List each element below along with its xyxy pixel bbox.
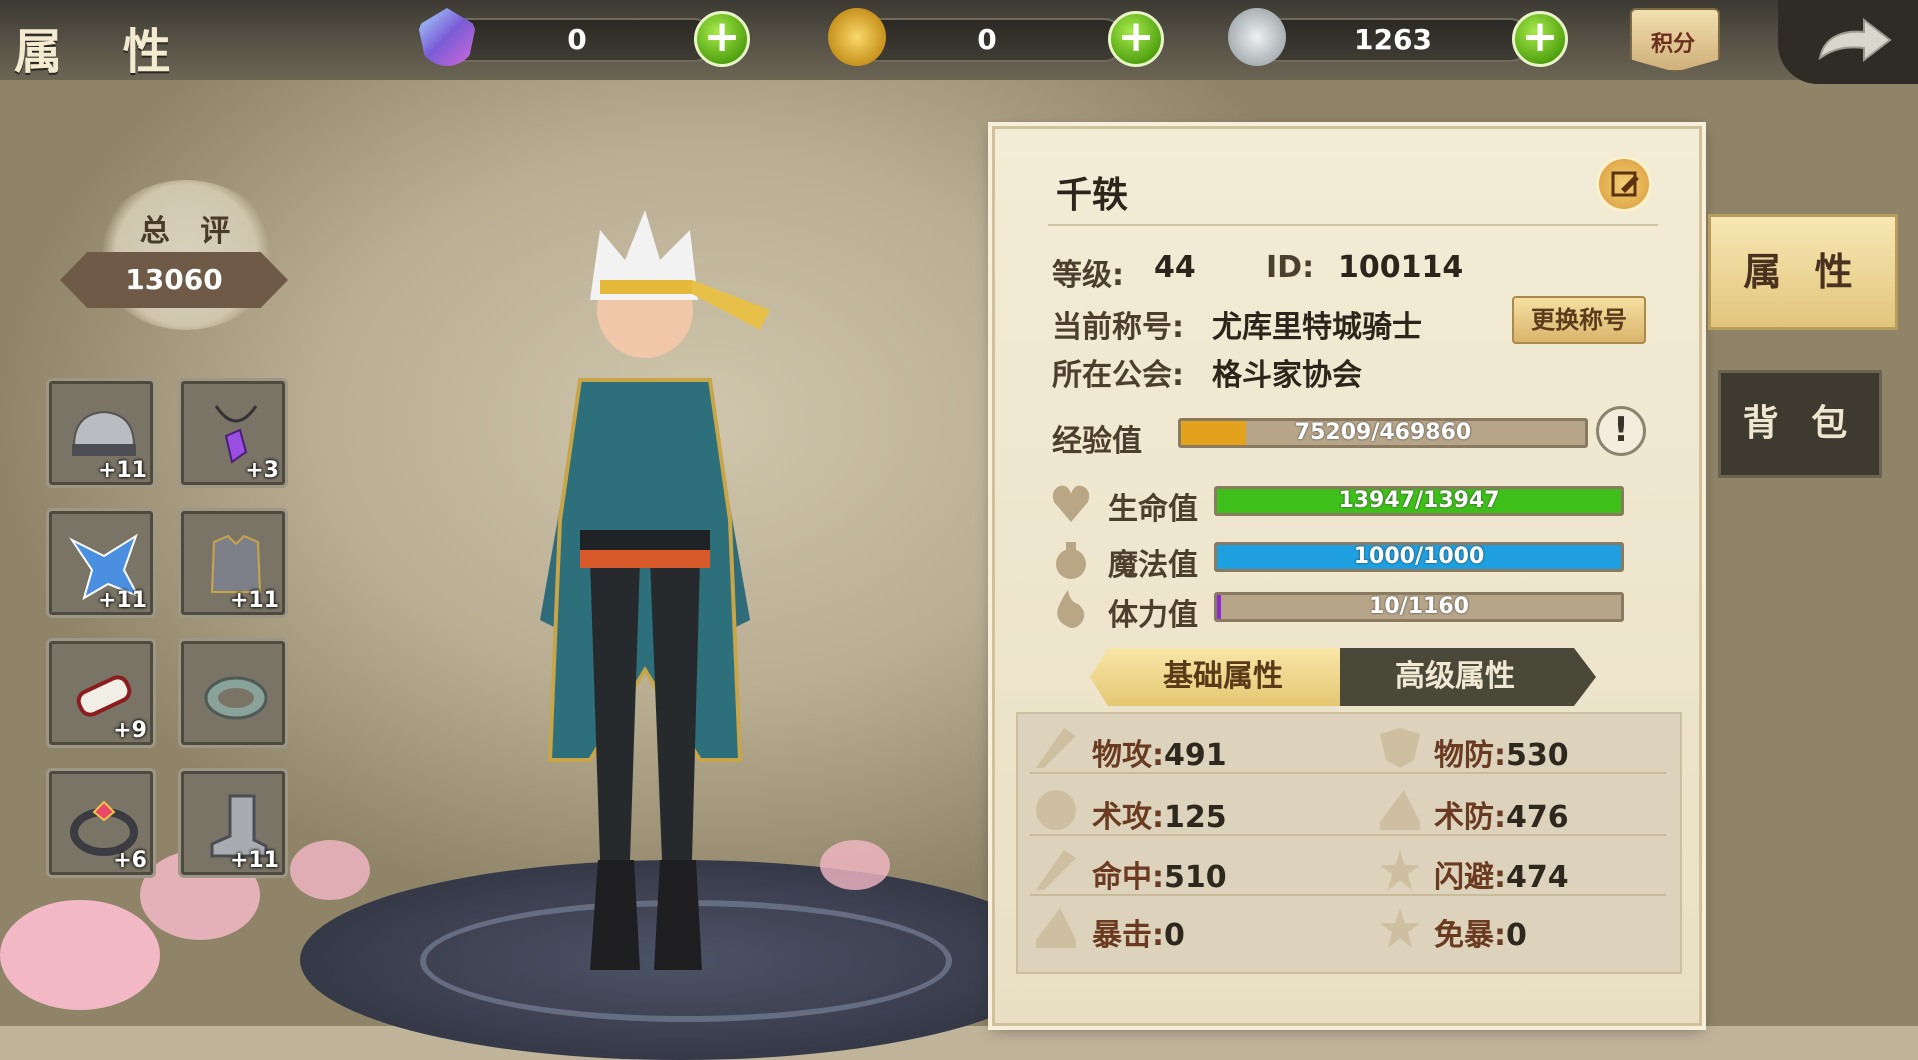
belt-icon [204, 676, 268, 720]
change-title-button[interactable]: 更换称号 [1512, 296, 1646, 344]
equip-slot-necklace[interactable]: +3 [178, 378, 288, 488]
gold-coin-bar: 0 [850, 18, 1124, 62]
stat-magic-defense: 术防:476 [1434, 800, 1569, 835]
edit-name-button[interactable] [1596, 156, 1652, 212]
add-silver-coin-button[interactable]: + [1512, 11, 1568, 67]
panel-divider [1048, 224, 1658, 226]
stat-magic-attack: 术攻:125 [1092, 800, 1227, 835]
hp-bar: 13947/13947 [1214, 486, 1624, 516]
current-title-value: 尤库里特城骑士 [1212, 310, 1422, 345]
equip-slot-bracer[interactable]: +9 [46, 638, 156, 748]
tab-basic-attributes-label: 基础属性 [1163, 659, 1283, 694]
mp-bar-text: 1000/1000 [1353, 544, 1485, 569]
mp-bar: 1000/1000 [1214, 542, 1624, 572]
guild-value: 格斗家协会 [1212, 358, 1362, 393]
flame-icon [1057, 590, 1085, 628]
stat-critical: 暴击:0 [1092, 918, 1185, 953]
equip-slot-weapon[interactable]: +11 [46, 508, 156, 618]
add-gem-button[interactable]: + [694, 11, 750, 67]
potion-icon [1056, 542, 1086, 579]
level-value: 44 [1154, 250, 1196, 285]
magic-staff-icon [1036, 790, 1076, 830]
equip-level: +11 [97, 458, 147, 483]
exp-label: 经验值 [1052, 424, 1142, 459]
total-score-label: 总 评 [139, 214, 241, 249]
points-label: 积分 [1650, 32, 1695, 57]
gold-coin-value: 0 [977, 23, 997, 56]
character-name: 千轶 [1056, 175, 1129, 216]
stamina-label: 体力值 [1108, 598, 1198, 633]
current-title-label: 当前称号: [1052, 310, 1184, 345]
stamina-bar: 10/1160 [1214, 592, 1624, 622]
silver-coin-bar: 1263 [1256, 18, 1530, 62]
stat-accuracy: 命中:510 [1092, 860, 1227, 895]
equip-level: +3 [245, 458, 279, 483]
gem-value: 0 [567, 23, 587, 56]
equip-level: +11 [97, 588, 147, 613]
equip-slot-helmet[interactable]: +11 [46, 378, 156, 488]
equip-level: +11 [229, 588, 279, 613]
equip-slot-belt[interactable] [178, 638, 288, 748]
cherry-blossom [290, 840, 370, 900]
level-label: 等级: [1052, 258, 1124, 293]
stat-crit-resist: 免暴:0 [1434, 918, 1527, 953]
back-arrow-icon [1818, 17, 1892, 63]
hp-bar-text: 13947/13947 [1338, 488, 1500, 513]
equip-slot-boots[interactable]: +11 [178, 768, 288, 878]
side-tab-attributes-label: 属 性 [1743, 250, 1863, 294]
exp-info-button[interactable]: ! [1596, 406, 1646, 456]
equip-slot-ring[interactable]: +6 [46, 768, 156, 878]
stat-physical-attack: 物攻:491 [1092, 738, 1227, 773]
hp-label: 生命值 [1108, 492, 1198, 527]
total-score-value: 13060 [125, 263, 223, 296]
guild-label: 所在公会: [1052, 358, 1184, 393]
page-title: 属 性 [14, 24, 193, 80]
character-model[interactable] [430, 200, 860, 990]
stamina-bar-text: 10/1160 [1369, 594, 1469, 619]
equip-slot-armor[interactable]: +11 [178, 508, 288, 618]
equip-level: +11 [229, 848, 279, 873]
side-tab-bag-label: 背 包 [1742, 403, 1858, 444]
silver-coin-value: 1263 [1354, 23, 1432, 56]
add-gold-coin-button[interactable]: + [1108, 11, 1164, 67]
id-value: 100114 [1338, 250, 1464, 285]
cherry-blossom [0, 900, 160, 1010]
heart-icon [1052, 485, 1090, 522]
pencil-icon [1611, 171, 1639, 197]
mp-label: 魔法值 [1108, 548, 1198, 583]
back-button[interactable] [1778, 0, 1918, 84]
equip-level: +6 [113, 848, 147, 873]
gold-coin-icon [828, 8, 886, 66]
tab-advanced-attributes-label: 高级属性 [1395, 659, 1515, 694]
stat-physical-defense: 物防:530 [1434, 738, 1569, 773]
id-label: ID: [1266, 250, 1315, 285]
silver-coin-icon [1228, 8, 1286, 66]
exp-bar: 75209/469860 [1178, 418, 1588, 448]
equip-level: +9 [113, 718, 147, 743]
stat-dodge: 闪避:474 [1434, 860, 1569, 895]
exp-bar-text: 75209/469860 [1294, 420, 1472, 445]
gem-bar: 0 [440, 18, 714, 62]
